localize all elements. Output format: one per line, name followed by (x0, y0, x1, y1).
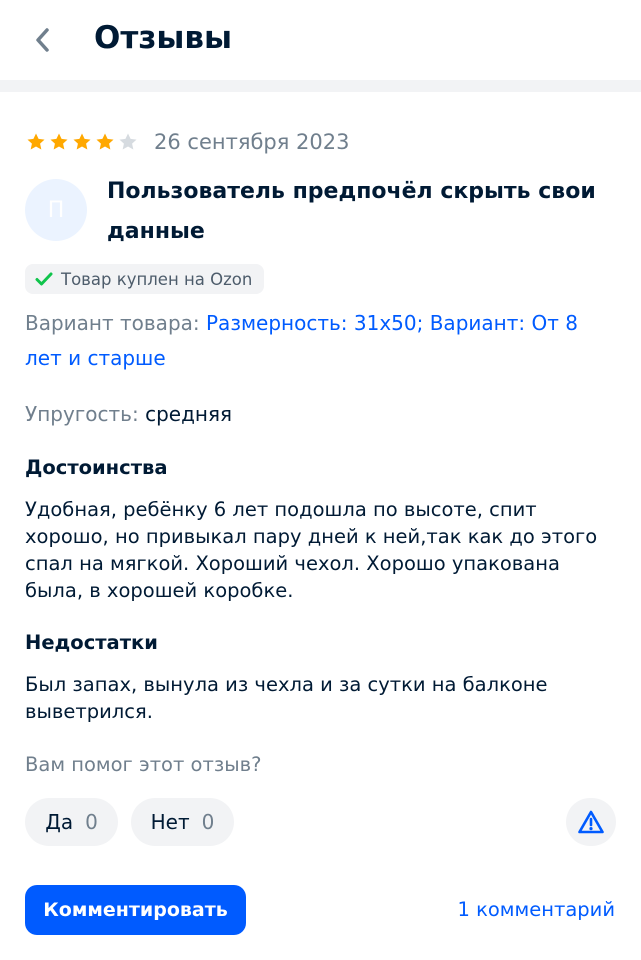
bought-badge-label: Товар куплен на Ozon (61, 269, 253, 289)
variant-label: Вариант товара: (25, 311, 200, 335)
check-icon (35, 272, 53, 286)
vote-yes-button[interactable]: Да 0 (25, 798, 118, 846)
vote-no-label: Нет (150, 810, 190, 834)
elasticity-label: Упругость: (25, 402, 139, 426)
author-name: Пользователь предпочёл скрыть свои данны… (107, 179, 596, 244)
cons-title: Недостатки (25, 631, 158, 654)
bought-badge: Товар куплен на Ozon (25, 264, 265, 294)
vote-yes-count: 0 (85, 810, 98, 834)
report-button[interactable] (566, 798, 616, 846)
star-empty-icon (119, 133, 137, 150)
pros-title: Достоинства (25, 456, 168, 479)
star-filled-icon (73, 133, 91, 150)
header: Отзывы (0, 0, 641, 80)
vote-no-count: 0 (201, 810, 215, 834)
warning-triangle-icon (578, 810, 604, 834)
vote-no-button[interactable]: Нет 0 (131, 798, 234, 846)
pros-text: Удобная, ребёнку 6 лет подошла по высоте… (25, 498, 598, 602)
star-filled-icon (50, 133, 68, 150)
star-filled-icon (27, 133, 45, 150)
elasticity-param: Упругость: средняя (25, 398, 232, 430)
product-variant: Вариант товара: Размерность: 31x50; Вари… (25, 306, 615, 376)
chevron-left-icon (36, 28, 49, 52)
page-title: Отзывы (94, 20, 233, 56)
elasticity-value: средняя (145, 402, 233, 426)
star-filled-icon (96, 133, 114, 150)
vote-yes-label: Да (45, 810, 74, 834)
comments-count-link[interactable]: 1 комментарий (457, 895, 615, 925)
rating-row: 26 сентября 2023 (26, 126, 350, 158)
cons-text: Был запах, вынула из чехла и за сутки на… (25, 673, 548, 723)
review-date: 26 сентября 2023 (154, 130, 350, 154)
avatar: П (25, 179, 87, 241)
helpful-question: Вам помог этот отзыв? (25, 753, 262, 776)
header-divider (0, 80, 641, 92)
back-button[interactable] (24, 22, 60, 58)
rating-stars (26, 132, 138, 152)
comment-button[interactable]: Комментировать (25, 885, 246, 935)
